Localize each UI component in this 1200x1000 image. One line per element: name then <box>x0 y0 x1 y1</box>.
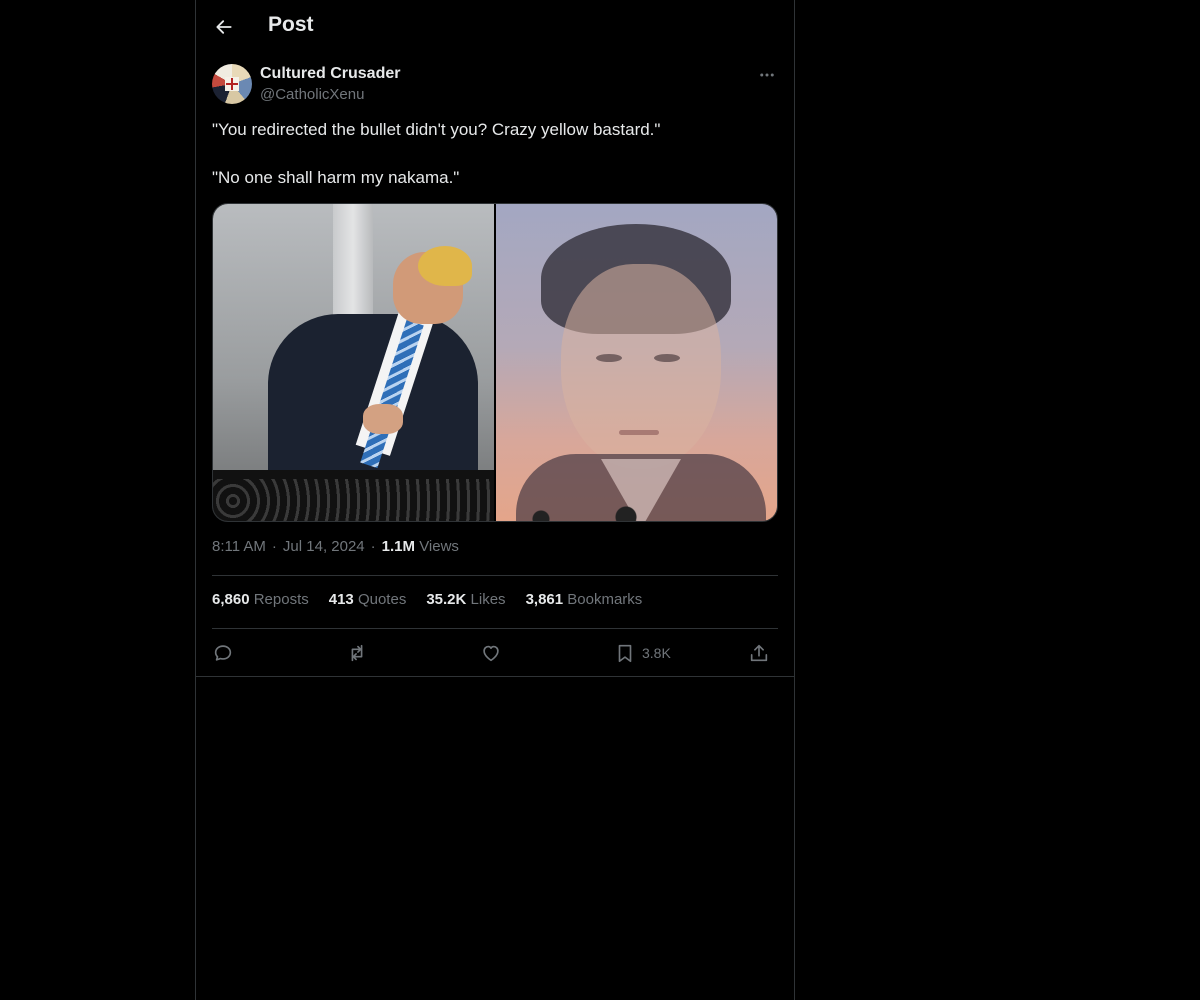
primary-column: Post Cultured Crusader @CatholicXenu "Yo… <box>195 0 795 1000</box>
post-media <box>212 203 778 522</box>
post-text-line: "No one shall harm my nakama." <box>212 168 460 187</box>
post-stats: 6,860 Reposts 413 Quotes 35.2K Likes 3,8… <box>212 591 642 608</box>
more-dots-icon <box>760 73 774 77</box>
bookmark-icon <box>618 644 632 663</box>
section-divider <box>196 676 794 677</box>
media-image-1[interactable] <box>213 204 494 521</box>
avatar[interactable] <box>212 64 252 104</box>
views-count: 1.1M <box>381 538 416 555</box>
post-header: Post <box>196 0 794 54</box>
divider <box>212 628 778 629</box>
media-image-2[interactable] <box>496 204 777 521</box>
repost-button[interactable] <box>346 640 368 666</box>
post-meta: 8:11 AM · Jul 14, 2024 · 1.1M Views <box>212 538 459 555</box>
like-button[interactable] <box>480 640 502 666</box>
post-time[interactable]: 8:11 AM <box>212 538 266 555</box>
repost-icon <box>351 644 363 662</box>
post-text: "You redirected the bullet didn't you? C… <box>212 118 778 190</box>
arrow-left-icon <box>216 20 232 34</box>
reply-button[interactable] <box>212 640 234 666</box>
share-button[interactable] <box>748 640 770 666</box>
stat-bookmarks[interactable]: 3,861 Bookmarks <box>526 591 643 608</box>
heart-icon <box>483 645 499 662</box>
bookmark-count: 3.8K <box>642 645 671 661</box>
reply-icon <box>214 645 232 661</box>
more-options-button[interactable] <box>756 64 778 86</box>
bookmark-button[interactable]: 3.8K <box>614 640 671 666</box>
back-button[interactable] <box>210 13 238 41</box>
author-handle[interactable]: @CatholicXenu <box>260 86 364 103</box>
share-icon <box>750 644 768 662</box>
page-title: Post <box>268 13 314 36</box>
post-author: Cultured Crusader @CatholicXenu <box>212 64 778 108</box>
divider <box>212 575 778 576</box>
post-text-line: "You redirected the bullet didn't you? C… <box>212 120 661 139</box>
views-label: Views <box>419 538 459 555</box>
stat-likes[interactable]: 35.2K Likes <box>426 591 505 608</box>
post-date[interactable]: Jul 14, 2024 <box>283 538 365 555</box>
stat-quotes[interactable]: 413 Quotes <box>329 591 407 608</box>
stat-reposts[interactable]: 6,860 Reposts <box>212 591 309 608</box>
author-name[interactable]: Cultured Crusader <box>260 65 400 83</box>
post-actions: 3.8K <box>212 640 778 666</box>
